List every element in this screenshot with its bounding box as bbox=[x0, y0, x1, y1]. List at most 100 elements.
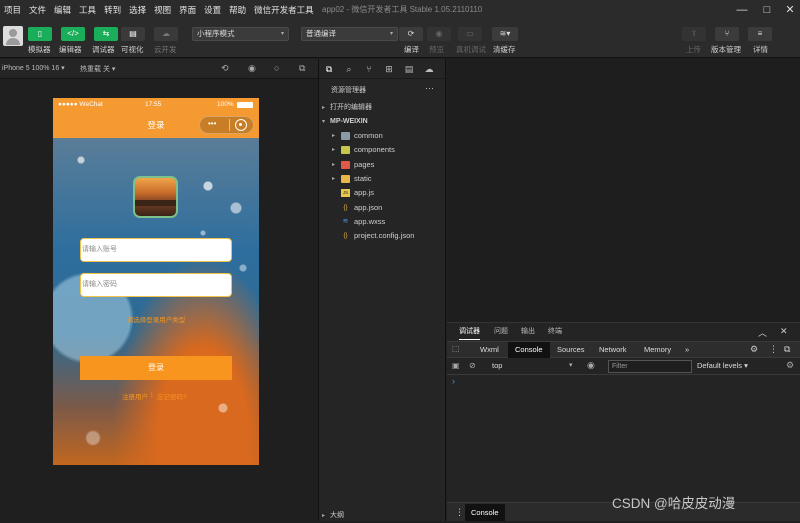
project-section[interactable]: ▾ MP-WEIXIN bbox=[319, 115, 447, 129]
folder-item[interactable]: ▸ common bbox=[319, 129, 447, 143]
filter-input[interactable]: Filter bbox=[608, 360, 692, 373]
version-manage-button[interactable]: ⑂ bbox=[715, 27, 739, 41]
dock-icon[interactable]: ⧉ bbox=[784, 344, 790, 355]
folder-item[interactable]: ▸ static bbox=[319, 172, 447, 186]
battery-icon bbox=[237, 102, 253, 108]
eye-icon: ◉ bbox=[435, 29, 443, 38]
tab-wxml[interactable]: Wxml bbox=[480, 343, 499, 357]
inspect-icon[interactable]: ⬚ bbox=[452, 344, 460, 353]
console-settings-icon[interactable]: ⚙ bbox=[786, 360, 794, 371]
menu-item[interactable]: 工具 bbox=[75, 0, 100, 20]
menu-item[interactable]: 界面 bbox=[175, 0, 200, 20]
cloud-dev-button[interactable]: ☁ bbox=[154, 27, 178, 41]
source-control-icon[interactable]: ⑂ bbox=[363, 63, 375, 75]
compile-select[interactable]: 普通编译 ▾ bbox=[301, 27, 398, 41]
capsule-menu[interactable]: ••• bbox=[199, 116, 254, 134]
upload-label: 上传 bbox=[686, 45, 701, 54]
tab-debugger[interactable]: 调试器 bbox=[459, 325, 480, 340]
tab-output[interactable]: 输出 bbox=[521, 325, 535, 339]
popout-icon[interactable]: ⧉ bbox=[299, 63, 305, 74]
toggle-button-0[interactable]: ▯ bbox=[28, 27, 52, 41]
clear-cache-button[interactable]: ≋▾ bbox=[492, 27, 518, 41]
more-icon[interactable]: ··· bbox=[425, 83, 434, 93]
drawer-console-tab[interactable]: Console bbox=[465, 504, 505, 521]
home-icon[interactable]: ○ bbox=[274, 63, 279, 73]
tab-memory[interactable]: Memory bbox=[644, 343, 671, 357]
tab-terminal[interactable]: 终端 bbox=[548, 325, 562, 339]
menu-item[interactable]: 微信开发者工具 bbox=[250, 0, 318, 20]
close-panel-icon[interactable]: ✕ bbox=[780, 326, 788, 337]
files-icon[interactable]: ⧉ bbox=[323, 63, 335, 75]
nav-bar: 登录 ••• bbox=[53, 112, 259, 138]
eye-icon[interactable]: ◉ bbox=[587, 360, 595, 371]
menu-item[interactable]: 转到 bbox=[100, 0, 125, 20]
mode-select[interactable]: 小程序模式 ▾ bbox=[192, 27, 289, 41]
login-button[interactable]: 登录 bbox=[80, 356, 232, 380]
context-caret-icon: ▾ bbox=[569, 362, 573, 369]
compile-button[interactable]: ⟳ bbox=[399, 27, 423, 41]
folder-item[interactable]: ▸ pages bbox=[319, 158, 447, 172]
menu-item[interactable]: 项目 bbox=[0, 0, 25, 20]
toggle-label-3: 可视化 bbox=[121, 45, 144, 54]
sidebar-toggle-icon[interactable]: ▣ bbox=[452, 361, 460, 370]
upload-button[interactable]: ⇪ bbox=[682, 27, 706, 41]
open-editors-section[interactable]: ▸ 打开的编辑器 bbox=[319, 101, 447, 115]
console-prompt[interactable]: › bbox=[452, 376, 455, 386]
account-input[interactable]: 请输入账号 bbox=[80, 238, 232, 262]
toggle-button-1[interactable]: </> bbox=[61, 27, 85, 41]
register-link[interactable]: 注册用户 bbox=[122, 391, 148, 401]
phone-icon: ▯ bbox=[37, 29, 43, 38]
file-item[interactable]: ≋ app.wxss bbox=[319, 215, 447, 229]
collapse-icon[interactable]: ︿ bbox=[758, 326, 767, 339]
toggle-button-3[interactable]: ▤ bbox=[121, 27, 145, 41]
close-mini-program-icon[interactable] bbox=[235, 119, 247, 131]
real-device-debug-button[interactable]: ▭ bbox=[458, 27, 482, 41]
password-input[interactable]: 请输入密码 bbox=[80, 273, 232, 297]
debug-icon[interactable]: ⊞ bbox=[383, 63, 395, 75]
hotreload-select[interactable]: 热重载 关 ▾ bbox=[80, 64, 115, 74]
close-window-button[interactable]: ✕ bbox=[783, 3, 797, 17]
upload-icon: ⇪ bbox=[690, 29, 698, 38]
user-avatar[interactable] bbox=[3, 26, 23, 46]
capsule-divider bbox=[229, 119, 230, 131]
file-item[interactable]: {} project.config.json bbox=[319, 229, 447, 243]
minimize-button[interactable]: — bbox=[735, 3, 749, 17]
clear-console-icon[interactable]: ⊘ bbox=[469, 361, 476, 370]
menu-item[interactable]: 选择 bbox=[125, 0, 150, 20]
rotate-icon[interactable]: ⟲ bbox=[221, 63, 229, 74]
tab-problems[interactable]: 问题 bbox=[494, 325, 508, 339]
branch-icon: ⑂ bbox=[724, 29, 730, 38]
device-select[interactable]: iPhone 5 100% 16 ▾ bbox=[2, 64, 65, 72]
forgot-password-link[interactable]: 忘记密码? bbox=[157, 391, 187, 401]
tab-sources[interactable]: Sources bbox=[557, 343, 585, 357]
file-item[interactable]: {} app.json bbox=[319, 201, 447, 215]
menu-item[interactable]: 设置 bbox=[200, 0, 225, 20]
menu-item[interactable]: 文件 bbox=[25, 0, 50, 20]
search-icon[interactable]: ⌕ bbox=[343, 63, 355, 75]
drawer-menu-icon[interactable]: ⋮ bbox=[455, 507, 464, 518]
folder-item[interactable]: ▸ components bbox=[319, 143, 447, 157]
toggle-button-2[interactable]: ⇆ bbox=[94, 27, 118, 41]
context-select[interactable]: top bbox=[492, 361, 502, 370]
user-type-hint[interactable]: 请选择登录用户类型 bbox=[53, 314, 259, 324]
tab-network[interactable]: Network bbox=[599, 343, 627, 357]
log-levels-select[interactable]: Default levels ▾ bbox=[697, 361, 748, 370]
more-dots-icon[interactable]: ••• bbox=[208, 119, 216, 128]
css-icon: ≋ bbox=[342, 217, 349, 225]
menu-item[interactable]: 视图 bbox=[150, 0, 175, 20]
cloud-icon[interactable]: ☁ bbox=[423, 63, 435, 75]
file-item[interactable]: JS app.js bbox=[319, 186, 447, 200]
tab-console[interactable]: Console bbox=[508, 342, 550, 358]
more-tabs-icon[interactable]: » bbox=[685, 343, 689, 357]
menu-item[interactable]: 帮助 bbox=[225, 0, 250, 20]
details-button[interactable]: ≡ bbox=[748, 27, 772, 41]
menu-item[interactable]: 编辑 bbox=[50, 0, 75, 20]
extensions-icon[interactable]: ▤ bbox=[403, 63, 415, 75]
kebab-menu-icon[interactable]: ⋮ bbox=[769, 344, 778, 355]
record-icon[interactable]: ◉ bbox=[248, 63, 256, 74]
devtools-tabbar: ⬚ Wxml Console Sources Network Memory » … bbox=[447, 341, 800, 358]
settings-gear-icon[interactable]: ⚙ bbox=[750, 344, 758, 355]
menu-icon: ≡ bbox=[757, 29, 763, 38]
preview-button[interactable]: ◉ bbox=[427, 27, 451, 41]
maximize-button[interactable]: □ bbox=[760, 3, 774, 17]
